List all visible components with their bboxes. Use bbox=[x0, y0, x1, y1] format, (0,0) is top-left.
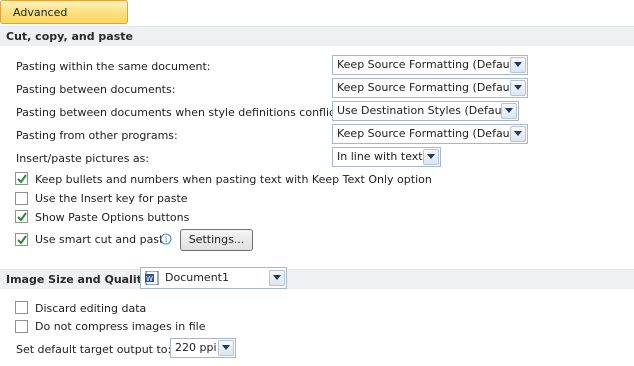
chevron-down-icon bbox=[218, 340, 234, 356]
label-paste-between-docs: Pasting between documents: bbox=[16, 83, 176, 96]
check-icon bbox=[17, 235, 27, 245]
check-icon bbox=[17, 212, 27, 222]
chevron-down-icon bbox=[269, 270, 285, 286]
label-target-output: Set default target output to: bbox=[16, 343, 172, 356]
chevron-down-icon bbox=[510, 80, 526, 96]
word-document-icon: W bbox=[145, 270, 159, 286]
select-value: Keep Source Formatting (Default) bbox=[337, 58, 522, 71]
checkbox-discard-editing-data[interactable] bbox=[15, 301, 28, 314]
settings-button[interactable]: Settings... bbox=[180, 229, 253, 251]
info-icon[interactable]: i bbox=[160, 233, 172, 245]
checkbox-show-paste-options[interactable] bbox=[15, 210, 28, 223]
svg-text:i: i bbox=[165, 235, 168, 244]
checkbox-no-compress-images[interactable] bbox=[15, 320, 28, 333]
section-header-cut-copy-paste: Cut, copy, and paste bbox=[0, 26, 634, 46]
select-paste-between-docs[interactable]: Keep Source Formatting (Default) bbox=[332, 78, 528, 98]
label-insert-key-paste: Use the Insert key for paste bbox=[35, 192, 188, 205]
svg-text:W: W bbox=[146, 275, 153, 283]
section-header-image-size-quality: Image Size and Quality bbox=[0, 269, 634, 289]
label-smart-cut-paste: Use smart cut and paste bbox=[35, 233, 171, 246]
label-paste-same-doc: Pasting within the same document: bbox=[16, 60, 211, 73]
label-paste-style-conflict: Pasting between documents when style def… bbox=[16, 106, 344, 119]
select-paste-same-doc[interactable]: Keep Source Formatting (Default) bbox=[332, 55, 528, 75]
select-value: Keep Source Formatting (Default) bbox=[337, 127, 522, 140]
chevron-down-icon bbox=[423, 149, 439, 165]
select-target-output[interactable]: 220 ppi bbox=[170, 338, 236, 358]
label-no-compress-images: Do not compress images in file bbox=[35, 320, 206, 333]
select-value: Document1 bbox=[165, 271, 229, 284]
select-value: Keep Source Formatting (Default) bbox=[337, 81, 522, 94]
checkbox-keep-bullets[interactable] bbox=[15, 172, 28, 185]
checkbox-insert-key-paste[interactable] bbox=[15, 192, 28, 205]
select-insert-pictures[interactable]: In line with text bbox=[332, 147, 441, 167]
label-show-paste-options: Show Paste Options buttons bbox=[35, 211, 190, 224]
select-paste-other-programs[interactable]: Keep Source Formatting (Default) bbox=[332, 124, 528, 144]
section-title: Image Size and Quality bbox=[6, 273, 150, 286]
tab-advanced[interactable]: Advanced bbox=[0, 0, 128, 24]
select-value: In line with text bbox=[337, 150, 423, 163]
select-value: 220 ppi bbox=[175, 341, 217, 354]
chevron-down-icon bbox=[510, 126, 526, 142]
chevron-down-icon bbox=[501, 103, 517, 119]
checkbox-smart-cut-paste[interactable] bbox=[15, 233, 28, 246]
select-document[interactable]: W Document1 bbox=[140, 267, 287, 289]
select-value: Use Destination Styles (Default) bbox=[337, 104, 514, 117]
check-icon bbox=[17, 174, 27, 184]
select-paste-style-conflict[interactable]: Use Destination Styles (Default) bbox=[332, 101, 519, 121]
label-discard-editing-data: Discard editing data bbox=[35, 302, 147, 315]
label-paste-other-programs: Pasting from other programs: bbox=[16, 129, 178, 142]
chevron-down-icon bbox=[510, 57, 526, 73]
label-insert-pictures: Insert/paste pictures as: bbox=[16, 152, 150, 165]
label-keep-bullets: Keep bullets and numbers when pasting te… bbox=[35, 173, 432, 186]
